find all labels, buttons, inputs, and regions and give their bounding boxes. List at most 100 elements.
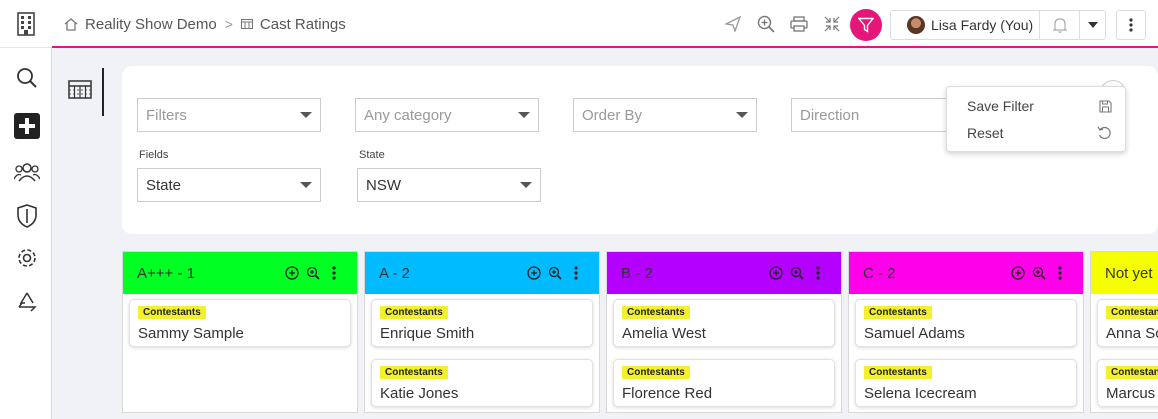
- card-name: Amelia West: [622, 325, 706, 342]
- filters-select[interactable]: Filters: [137, 98, 321, 132]
- order-by-select[interactable]: Order By: [573, 98, 757, 132]
- state-select[interactable]: NSW: [357, 168, 541, 202]
- card-name: Samuel Adams: [864, 325, 965, 342]
- contestant-card[interactable]: Contestants Amelia West: [613, 299, 835, 347]
- card-tag: Contestants: [864, 366, 932, 379]
- save-icon: [1099, 99, 1112, 113]
- shield-icon[interactable]: [14, 203, 40, 229]
- contestant-card[interactable]: Contestants Florence Red: [613, 359, 835, 407]
- zoom-in-icon[interactable]: [753, 11, 779, 37]
- contestant-card[interactable]: Contestants Sammy Sample: [129, 299, 351, 347]
- zoom-in-icon[interactable]: [787, 263, 807, 283]
- filters-select-placeholder: Filters: [146, 106, 187, 124]
- contestant-card[interactable]: Contestan Anna Sc: [1097, 299, 1158, 347]
- board-icon: [240, 19, 253, 29]
- card-tag: Contestants: [864, 306, 932, 319]
- gear-icon[interactable]: [14, 245, 40, 271]
- column-title: A - 2: [379, 264, 410, 282]
- breadcrumb: Reality Show Demo > Cast Ratings: [64, 0, 346, 48]
- column-header: B - 2: [607, 252, 841, 294]
- bell-icon[interactable]: [1039, 10, 1079, 40]
- kebab-icon[interactable]: [1050, 263, 1070, 283]
- column-title: C - 2: [863, 264, 896, 282]
- card-tag: Contestants: [380, 306, 448, 319]
- card-name: Sammy Sample: [138, 325, 244, 342]
- add-card-icon[interactable]: [524, 263, 544, 283]
- kanban-column: A - 2 Contestants Enrique Smith Contestants…: [364, 251, 600, 413]
- kebab-icon[interactable]: [808, 263, 828, 283]
- menu-item-reset[interactable]: Reset: [967, 123, 1112, 143]
- contestant-card[interactable]: Contestants Samuel Adams: [855, 299, 1077, 347]
- funnel-icon: [858, 17, 874, 33]
- user-name[interactable]: Lisa Fardy (You): [931, 17, 1039, 33]
- breadcrumb-home-label: Reality Show Demo: [85, 15, 217, 33]
- zoom-in-icon[interactable]: [545, 263, 565, 283]
- card-name: Anna Sc: [1106, 325, 1158, 342]
- card-tag: Contestan: [1106, 306, 1158, 319]
- reset-icon: [1097, 126, 1111, 140]
- print-icon[interactable]: [786, 11, 812, 37]
- menu-item-save-filter[interactable]: Save Filter: [967, 96, 1112, 116]
- card-tag: Contestants: [622, 306, 690, 319]
- top-bar: Reality Show Demo > Cast Ratings Lisa Fa…: [52, 0, 1158, 48]
- chevron-down-icon: [300, 182, 312, 188]
- add-card-icon[interactable]: [766, 263, 786, 283]
- view-indicator: [102, 68, 104, 116]
- contestant-card[interactable]: Contestants Selena Icecream: [855, 359, 1077, 407]
- collapse-icon[interactable]: [819, 11, 845, 37]
- kebab-icon[interactable]: [566, 263, 586, 283]
- kanban-column: C - 2 Contestants Samuel Adams Contestants S…: [848, 251, 1084, 413]
- column-header: C - 2: [849, 252, 1083, 294]
- chevron-down-icon: [520, 182, 532, 188]
- breadcrumb-home[interactable]: Reality Show Demo: [64, 16, 217, 33]
- column-header: A - 2: [365, 252, 599, 294]
- breadcrumb-separator: >: [224, 16, 233, 32]
- contestant-card[interactable]: Contestants Katie Jones: [371, 359, 593, 407]
- breadcrumb-page-label: Cast Ratings: [259, 15, 346, 33]
- recycle-icon[interactable]: [14, 289, 40, 315]
- kanban-column: A+++ - 1 Contestants Sammy Sample: [122, 251, 358, 413]
- chevron-down-icon: [518, 112, 530, 118]
- chevron-down-icon: [300, 112, 312, 118]
- more-options-button[interactable]: [1116, 10, 1146, 40]
- breadcrumb-page[interactable]: Cast Ratings: [240, 15, 346, 33]
- card-name: Selena Icecream: [864, 385, 977, 402]
- card-tag: Contestants: [138, 306, 206, 319]
- chevron-down-icon: [736, 112, 748, 118]
- kanban-column: Not yet Contestan Anna Sc Contestan Marcus: [1090, 251, 1158, 413]
- column-title: A+++ - 1: [137, 264, 195, 282]
- card-tag: Contestants: [380, 366, 448, 379]
- card-name: Enrique Smith: [380, 325, 475, 342]
- board-view-icon[interactable]: [68, 80, 94, 102]
- send-icon[interactable]: [720, 11, 746, 37]
- contestant-card[interactable]: Contestants Enrique Smith: [371, 299, 593, 347]
- kebab-icon: [1129, 18, 1133, 32]
- contestant-card[interactable]: Contestan Marcus: [1097, 359, 1158, 407]
- card-name: Florence Red: [622, 385, 713, 402]
- column-header: Not yet: [1091, 252, 1158, 294]
- kebab-icon[interactable]: [324, 263, 344, 283]
- fields-label: Fields: [139, 149, 169, 161]
- card-tag: Contestan: [1106, 366, 1158, 379]
- category-select[interactable]: Any category: [355, 98, 539, 132]
- zoom-in-icon[interactable]: [303, 263, 323, 283]
- app-logo[interactable]: [0, 0, 52, 48]
- filter-options-menu: Save Filter Reset: [946, 86, 1126, 152]
- card-tag: Contestants: [622, 366, 690, 379]
- order-by-select-placeholder: Order By: [582, 106, 643, 124]
- zoom-in-icon[interactable]: [1029, 263, 1049, 283]
- app-root: Reality Show Demo > Cast Ratings Lisa Fa…: [0, 0, 1158, 419]
- chevron-down-icon[interactable]: [1079, 10, 1105, 40]
- add-icon[interactable]: [14, 113, 40, 139]
- add-card-icon[interactable]: [1008, 263, 1028, 283]
- kanban-column: B - 2 Contestants Amelia West Contestants Fl…: [606, 251, 842, 413]
- add-card-icon[interactable]: [282, 263, 302, 283]
- menu-item-reset-label: Reset: [967, 125, 1004, 141]
- fields-select[interactable]: State: [137, 168, 321, 202]
- home-icon: [64, 17, 78, 31]
- users-icon[interactable]: [14, 159, 40, 185]
- category-select-placeholder: Any category: [364, 106, 452, 124]
- state-select-value: NSW: [366, 176, 401, 194]
- search-icon[interactable]: [14, 65, 40, 91]
- filter-button[interactable]: [850, 9, 882, 41]
